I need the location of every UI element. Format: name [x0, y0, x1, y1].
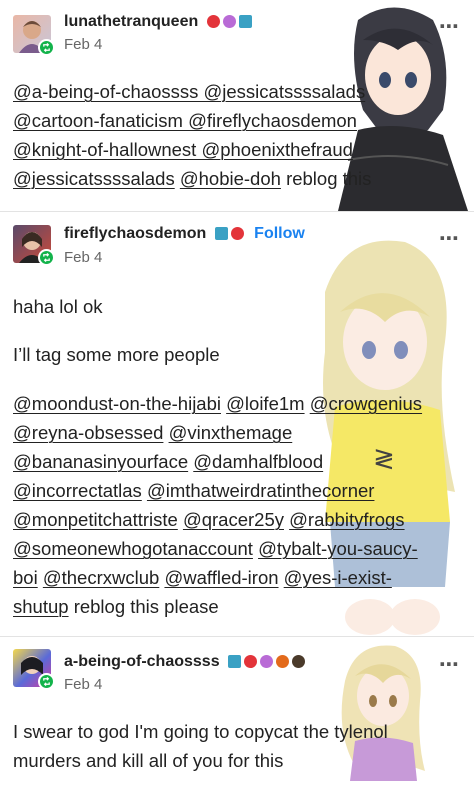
mention-link[interactable]: @a-being-of-chaossss @jessicatssssalads [13, 81, 365, 102]
badge-icon [292, 655, 306, 669]
mention-link[interactable]: @damhalfblood [193, 451, 323, 472]
reblog-icon [38, 249, 55, 266]
mention-link[interactable]: @reyna-obsessed [13, 422, 163, 443]
mention-link[interactable]: @rabbityfrogs [289, 509, 404, 530]
follow-button[interactable]: Follow [254, 225, 305, 242]
mention-link[interactable]: @hobie-doh [180, 168, 281, 189]
mention-link[interactable]: @jessicatssssalads [13, 168, 175, 189]
post-2: ≷ fireflychaosdemon Follow Feb 4 ⋯ haha … [0, 212, 474, 636]
post-text: murders and kill all of you for this [13, 750, 284, 771]
mention-link[interactable]: boi [13, 567, 38, 588]
username-label[interactable]: lunathetranqueen [64, 13, 198, 30]
post-body: I swear to god I'm going to copycat the … [13, 717, 460, 775]
mention-link[interactable]: @vinxthemage [169, 422, 293, 443]
mention-link[interactable]: shutup [13, 596, 69, 617]
mention-link[interactable]: @monpetitchattriste [13, 509, 178, 530]
post-date: Feb 4 [64, 676, 103, 693]
user-badges [214, 227, 244, 241]
badge-icon [276, 655, 290, 669]
badge-icon [260, 655, 274, 669]
badge-icon [238, 15, 252, 29]
username[interactable]: fireflychaosdemon Follow [64, 225, 305, 243]
post-1: lunathetranqueen Feb 4 ⋯ @a-being-of-cha… [0, 0, 474, 211]
username[interactable]: a-being-of-chaossss [64, 653, 306, 671]
reblog-icon [38, 673, 55, 690]
post-body: @a-being-of-chaossss @jessicatssssalads … [13, 77, 460, 193]
mention-link[interactable]: @bananasinyourface [13, 451, 188, 472]
post-date: Feb 4 [64, 249, 103, 266]
mention-link[interactable]: @moondust-on-the-hijabi [13, 393, 221, 414]
username-label[interactable]: a-being-of-chaossss [64, 653, 220, 670]
post-3: a-being-of-chaossss Feb 4 ⋯ I swear to g… [0, 637, 474, 789]
mention-link[interactable]: @loife1m [226, 393, 304, 414]
mention-link[interactable]: @tybalt-you-saucy- [258, 538, 418, 559]
mention-link[interactable]: @crowgenius [310, 393, 422, 414]
post-body: @moondust-on-the-hijabi @loife1m @crowge… [13, 389, 460, 621]
badge-icon [228, 655, 242, 669]
mention-link[interactable]: @someonewhogotanaccount [13, 538, 253, 559]
more-options-icon[interactable]: ⋯ [439, 652, 460, 677]
post-text: reblog this [286, 168, 372, 189]
badge-icon [222, 15, 236, 29]
post-text: haha lol ok [13, 296, 103, 317]
post-text: I swear to god I'm going to copycat the … [13, 721, 388, 742]
mention-link[interactable]: @thecrxwclub [43, 567, 159, 588]
more-options-icon[interactable]: ⋯ [439, 226, 460, 251]
badge-icon [244, 655, 258, 669]
mention-link[interactable]: @knight-of-hallownest @phoenixthefraud [13, 139, 353, 160]
mention-link[interactable]: @yes-i-exist- [284, 567, 392, 588]
post-text: I’ll tag some more people [13, 344, 220, 365]
badge-icon [206, 15, 220, 29]
user-badges [206, 15, 252, 29]
more-options-icon[interactable]: ⋯ [439, 14, 460, 39]
badge-icon [214, 227, 228, 241]
mention-link[interactable]: @imthatweirdratinthecorner [147, 480, 375, 501]
post-text: reblog this please [73, 596, 219, 617]
mention-link[interactable]: @waffled-iron [164, 567, 278, 588]
post-date: Feb 4 [64, 36, 103, 53]
badge-icon [230, 227, 244, 241]
mention-link[interactable]: @cartoon-fanaticism @fireflychaosdemon [13, 110, 357, 131]
mention-link[interactable]: @qracer25y [183, 509, 284, 530]
reblog-icon [38, 39, 55, 56]
user-badges [228, 655, 306, 669]
mention-link[interactable]: @incorrectatlas [13, 480, 142, 501]
username-label[interactable]: fireflychaosdemon [64, 225, 206, 242]
username[interactable]: lunathetranqueen [64, 13, 252, 31]
